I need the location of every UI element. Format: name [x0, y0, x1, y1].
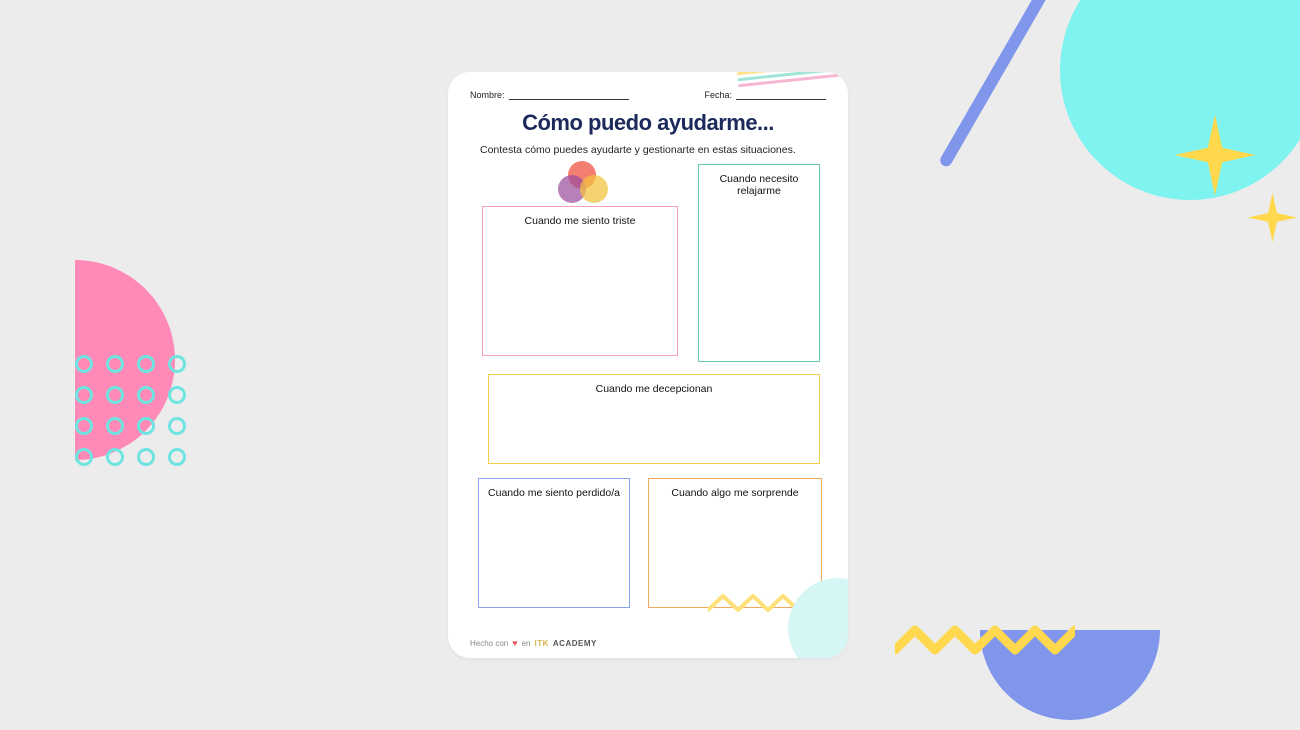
name-label: Nombre:: [470, 90, 505, 100]
box-triste[interactable]: Cuando me siento triste: [482, 206, 678, 356]
box-perdido[interactable]: Cuando me siento perdido/a: [478, 478, 630, 608]
venn-icon: [558, 161, 616, 205]
zigzag-icon: [895, 620, 1075, 660]
worksheet-footer: Hecho con ♥ en ITK ACADEMY: [470, 638, 597, 648]
worksheet-title: Cómo puedo ayudarme...: [470, 110, 826, 136]
box-label: Cuando me siento perdido/a: [479, 487, 629, 499]
box-label: Cuando necesito relajarme: [699, 173, 819, 197]
sparkle-icon: [1245, 190, 1300, 245]
box-decepcionan[interactable]: Cuando me decepcionan: [488, 374, 820, 464]
worksheet-subtitle: Contesta cómo puedes ayudarte y gestiona…: [470, 144, 826, 156]
prompt-boxes-area: Cuando me siento triste Cuando necesito …: [470, 164, 826, 624]
footer-brand-suffix: ACADEMY: [553, 639, 597, 648]
box-relajarme[interactable]: Cuando necesito relajarme: [698, 164, 820, 362]
footer-made-with: Hecho con: [470, 639, 508, 648]
box-label: Cuando algo me sorprende: [649, 487, 821, 499]
sparkle-icon: [1170, 110, 1260, 200]
date-label: Fecha:: [704, 90, 732, 100]
box-label: Cuando me siento triste: [483, 215, 677, 227]
heart-icon: ♥: [512, 638, 517, 648]
name-input-line[interactable]: [509, 91, 629, 100]
bg-dot-grid: [75, 355, 186, 466]
worksheet-card: Nombre: Fecha: Cómo puedo ayudarme... Co…: [448, 72, 848, 658]
box-label: Cuando me decepcionan: [489, 383, 819, 395]
footer-in: en: [522, 639, 531, 648]
footer-brand-prefix: ITK: [535, 639, 549, 648]
